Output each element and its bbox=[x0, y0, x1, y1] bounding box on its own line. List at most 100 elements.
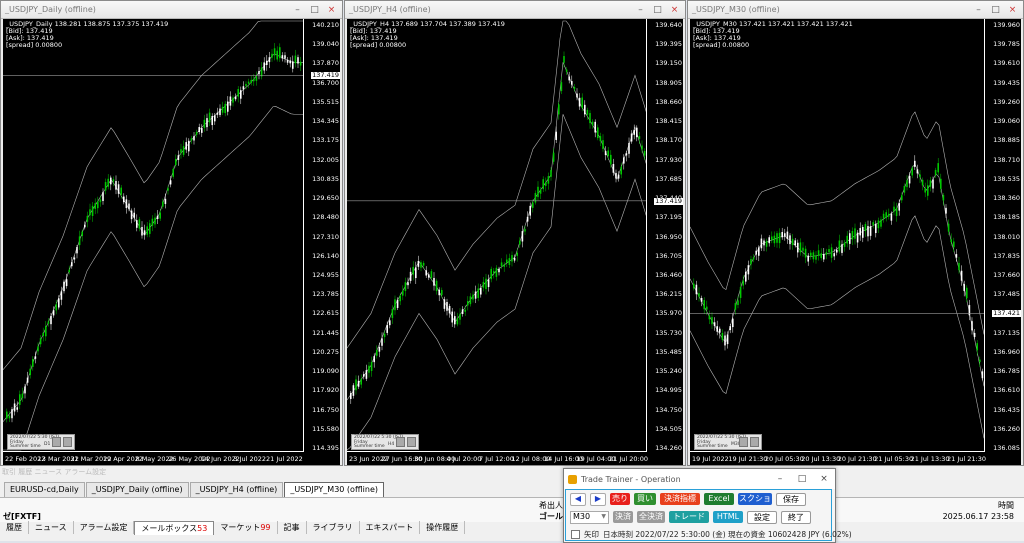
price-tick-label: 138.660 bbox=[655, 97, 682, 106]
minimize-button[interactable]: – bbox=[970, 5, 987, 15]
mailbox-count-badge: 53 bbox=[197, 524, 208, 533]
trade-trainer-dialog: Trade Trainer - Operation – □ × ◀ ▶ 売り 買… bbox=[563, 468, 852, 543]
settings-button[interactable]: 設定 bbox=[747, 511, 777, 524]
step-forward-icon[interactable] bbox=[750, 437, 759, 447]
close-all-button[interactable]: 全決済 bbox=[637, 511, 665, 523]
exit-button[interactable]: 終了 bbox=[781, 511, 811, 524]
time-tick-label: 4 Jul 20:00 bbox=[446, 455, 482, 463]
screenshot-button[interactable]: スクショ bbox=[738, 493, 772, 505]
minimize-button[interactable]: – bbox=[769, 474, 791, 484]
close-button[interactable]: × bbox=[1004, 5, 1021, 15]
close-button[interactable]: × bbox=[813, 474, 835, 484]
time-axis[interactable]: 19 Jul 2022 19 Jul 21:30 20 Jul 05:30 20 Ju… bbox=[690, 451, 986, 465]
price-scale[interactable]: 139.960 139.785 139.610 139.435 139.260 139.0… bbox=[984, 19, 1021, 452]
tab-history[interactable]: 履歴 bbox=[0, 521, 29, 534]
candlestick-series bbox=[347, 20, 647, 451]
time-tick-label: 21 Jul 21:30 bbox=[947, 455, 986, 463]
tab-mailbox[interactable]: メールボックス53 bbox=[134, 521, 215, 535]
column-header-sender: 希出人 bbox=[539, 501, 563, 510]
price-tick-label: 138.710 bbox=[993, 155, 1020, 164]
excel-button[interactable]: Excel bbox=[704, 493, 734, 505]
tab-market[interactable]: マーケット99 bbox=[214, 521, 278, 534]
chart-plot-area[interactable]: _USDJPY_Daily 138.281 138.875 137.375 13… bbox=[3, 19, 340, 465]
chart-plot-area[interactable]: _USDJPY_M30 137.421 137.421 137.421 137.… bbox=[690, 19, 1021, 465]
chart-window-h4[interactable]: _USDJPY_H4 (offline) – □ × _USDJPY_H4 13… bbox=[344, 0, 686, 466]
price-tick-label: 139.640 bbox=[655, 21, 682, 29]
close-button[interactable]: × bbox=[323, 5, 340, 15]
window-titlebar[interactable]: _USDJPY_H4 (offline) – □ × bbox=[345, 1, 685, 19]
tab-experts[interactable]: エキスパート bbox=[360, 521, 421, 534]
window-title: _USDJPY_H4 (offline) bbox=[349, 5, 431, 14]
step-forward-icon[interactable] bbox=[407, 437, 416, 447]
chevron-down-icon: ▼ bbox=[601, 513, 606, 520]
close-position-button[interactable]: 決済 bbox=[613, 511, 633, 523]
chart-tab[interactable]: _USDJPY_Daily (offline) bbox=[85, 482, 189, 497]
step-back-icon[interactable] bbox=[396, 437, 405, 447]
arrow-checkbox[interactable] bbox=[571, 530, 580, 539]
chart-tab[interactable]: _USDJPY_H4 (offline) bbox=[189, 482, 284, 497]
time-tick-label: 19 Jul 21:30 bbox=[728, 455, 768, 463]
step-forward-icon[interactable] bbox=[63, 437, 72, 447]
time-axis[interactable]: 23 Jun 2022 27 Jun 16:00 30 Jun 08:00 4 Jul… bbox=[347, 451, 648, 465]
maximize-button[interactable]: □ bbox=[649, 5, 666, 15]
html-button[interactable]: HTML bbox=[713, 511, 743, 523]
chart-tab[interactable]: EURUSD-cd,Daily bbox=[4, 482, 85, 497]
bollinger-band-line bbox=[690, 163, 985, 387]
price-tick-label: 137.870 bbox=[312, 59, 339, 68]
chart-plot-area[interactable]: _USDJPY_H4 137.689 137.704 137.389 137.4… bbox=[347, 19, 683, 465]
tab-news[interactable]: ニュース bbox=[29, 521, 74, 534]
price-tick-label: 140.210 bbox=[312, 21, 339, 29]
step-back-icon[interactable] bbox=[52, 437, 61, 447]
window-titlebar[interactable]: _USDJPY_Daily (offline) – □ × bbox=[1, 1, 342, 19]
status-line: 矢印 日本時刻 2022/07/22 5:30:00 (金) 現在の資金 106… bbox=[571, 529, 852, 540]
tab-market-label: マーケット bbox=[220, 523, 261, 532]
window-titlebar[interactable]: _USDJPY_M30 (offline) – □ × bbox=[688, 1, 1023, 19]
current-price-marker: 137.421 bbox=[992, 309, 1021, 318]
price-tick-label: 136.705 bbox=[655, 251, 682, 260]
minimize-button[interactable]: – bbox=[632, 5, 649, 15]
chart-window-m30[interactable]: _USDJPY_M30 (offline) – □ × _USDJPY_M30 … bbox=[687, 0, 1024, 466]
timeframe-select[interactable]: M30 ▼ bbox=[570, 511, 609, 524]
chart-window-daily[interactable]: _USDJPY_Daily (offline) – □ × _USDJPY_Da… bbox=[0, 0, 343, 466]
time-tick-label: 21 Jul 13:30 bbox=[910, 455, 950, 463]
maximize-button[interactable]: □ bbox=[791, 474, 813, 484]
time-axis[interactable]: 22 Feb 2022 13 Mar 2022 31 Mar 2022 19 Apr … bbox=[3, 451, 304, 465]
settlement-indicator-button[interactable]: 決済指標 bbox=[660, 493, 700, 505]
prev-bar-button[interactable]: ◀ bbox=[570, 493, 586, 506]
price-scale[interactable]: 139.640 139.395 139.150 138.905 138.660 138.4… bbox=[646, 19, 683, 452]
price-tick-label: 134.995 bbox=[655, 386, 682, 395]
minimize-button[interactable]: – bbox=[289, 5, 306, 15]
dialog-titlebar[interactable]: Trade Trainer - Operation – □ × bbox=[564, 469, 835, 489]
chart-time-box: 2022/07/22 5:30 (JST) Friday Summer time M3… bbox=[694, 434, 762, 450]
price-tick-label: 139.610 bbox=[993, 59, 1020, 68]
time-tick-label: 19 Jul 2022 bbox=[692, 455, 729, 463]
tab-library[interactable]: ライブラリ bbox=[307, 521, 360, 534]
close-button[interactable]: × bbox=[666, 5, 683, 15]
save-button[interactable]: 保存 bbox=[776, 493, 806, 506]
tab-articles[interactable]: 記事 bbox=[278, 521, 307, 534]
time-tick-label: 3 Jul 2022 bbox=[233, 455, 267, 463]
price-tick-label: 122.615 bbox=[312, 309, 339, 318]
price-tick-label: 139.150 bbox=[655, 59, 682, 68]
tab-journal[interactable]: 操作履歴 bbox=[420, 521, 466, 534]
price-scale[interactable]: 140.210 139.040 137.870 136.700 135.515 134.3… bbox=[303, 19, 340, 452]
price-tick-label: 121.445 bbox=[312, 328, 339, 337]
next-bar-button[interactable]: ▶ bbox=[590, 493, 606, 506]
price-tick-label: 139.435 bbox=[993, 78, 1020, 87]
bollinger-band-line bbox=[347, 62, 647, 401]
tab-alerts[interactable]: アラーム設定 bbox=[74, 521, 135, 534]
chart-info-line: [spread] 0.00800 bbox=[6, 41, 63, 49]
buy-button[interactable]: 買い bbox=[634, 493, 656, 505]
price-tick-label: 136.085 bbox=[993, 444, 1020, 452]
maximize-button[interactable]: □ bbox=[306, 5, 323, 15]
price-tick-label: 139.785 bbox=[993, 40, 1020, 49]
bollinger-band-line bbox=[347, 20, 647, 349]
sell-button[interactable]: 売り bbox=[610, 493, 630, 505]
action-row-1: ◀ ▶ 売り 買い 決済指標 Excel スクショ 保存 bbox=[570, 493, 806, 506]
chart-tab-active[interactable]: _USDJPY_M30 (offline) bbox=[284, 482, 385, 497]
trade-button[interactable]: トレード bbox=[669, 511, 709, 523]
action-row-2: M30 ▼ 決済 全決済 トレード HTML 設定 終了 bbox=[570, 511, 811, 524]
maximize-button[interactable]: □ bbox=[987, 5, 1004, 15]
price-tick-label: 129.650 bbox=[312, 194, 339, 203]
step-back-icon[interactable] bbox=[739, 437, 748, 447]
